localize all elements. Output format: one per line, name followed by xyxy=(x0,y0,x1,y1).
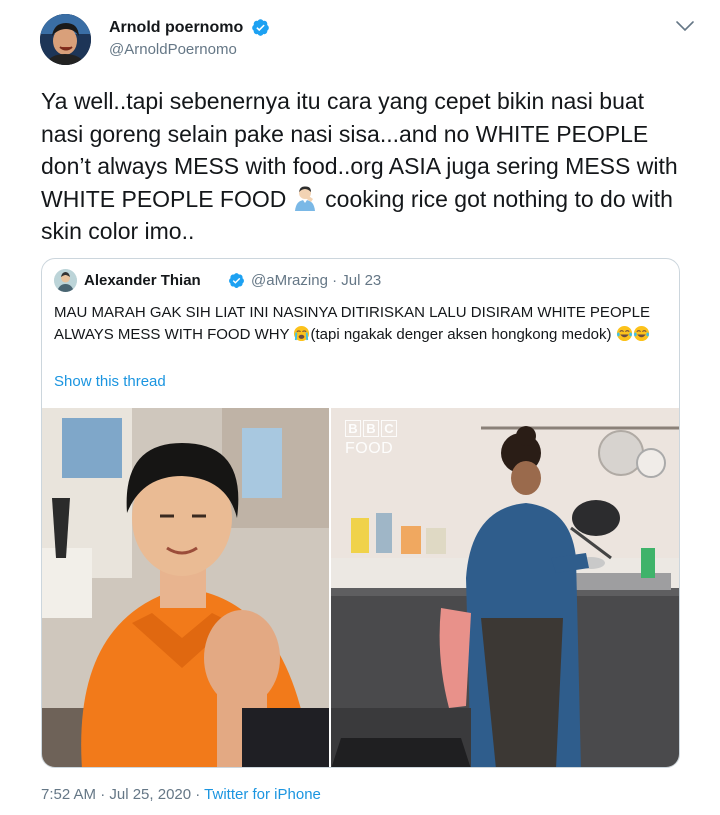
tweet-timestamp[interactable]: 7:52 AM · Jul 25, 2020 · xyxy=(41,786,204,803)
show-thread-link[interactable]: Show this thread xyxy=(54,373,166,390)
tears-of-joy-emoji xyxy=(616,325,632,342)
loudly-crying-face-emoji xyxy=(294,325,310,342)
verified-badge-icon xyxy=(251,19,269,36)
food-watermark-word: FOOD xyxy=(345,440,394,457)
quoted-tweet[interactable]: Alexander Thian @aMrazing · Jul 23 MAU M… xyxy=(41,258,680,768)
right-video-still xyxy=(331,408,679,767)
tweet-card: Arnold poernomo @ArnoldPoernomo Ya well.… xyxy=(0,0,720,815)
author-display-name[interactable]: Arnold poernomo xyxy=(109,19,243,37)
avatar-photo xyxy=(40,14,91,65)
quoted-tweet-text: MAU MARAH GAK SIH LIAT INI NASINYA DITIR… xyxy=(54,302,666,346)
woman-cooking-at-sink-photo[interactable]: B B C FOOD xyxy=(331,408,679,767)
verified-badge-icon xyxy=(229,273,244,288)
bbc-watermark-letter: B xyxy=(345,420,361,437)
tweet-text: Ya well..tapi sebenernya itu cara yang c… xyxy=(41,85,691,248)
facepalm-man-emoji xyxy=(294,185,315,211)
quoted-author-display-name[interactable]: Alexander Thian xyxy=(84,272,201,289)
bbc-food-watermark: B B C FOOD xyxy=(345,420,397,458)
tweet-source-link[interactable]: Twitter for iPhone xyxy=(204,786,321,803)
tears-of-joy-emoji xyxy=(633,325,649,342)
quoted-text-part2: (tapi ngakak denger aksen hongkong medok… xyxy=(310,326,616,343)
tweet-header: Arnold poernomo @ArnoldPoernomo xyxy=(40,14,700,66)
tweet-footer: 7:52 AM · Jul 25, 2020 · Twitter for iPh… xyxy=(41,786,321,803)
quoted-author-handle-date[interactable]: @aMrazing · Jul 23 xyxy=(251,272,381,289)
man-in-orange-shirt-photo[interactable] xyxy=(42,408,329,767)
quoted-tweet-media[interactable]: B B C FOOD xyxy=(42,408,679,767)
left-video-still xyxy=(42,408,329,767)
chevron-down-icon[interactable] xyxy=(672,16,698,36)
author-avatar[interactable] xyxy=(40,14,91,65)
bbc-watermark-letter: B xyxy=(363,420,379,437)
bbc-watermark-letter: C xyxy=(381,420,397,437)
quoted-author-avatar xyxy=(54,269,77,292)
quoted-avatar-photo xyxy=(54,269,77,292)
author-handle[interactable]: @ArnoldPoernomo xyxy=(109,41,270,58)
